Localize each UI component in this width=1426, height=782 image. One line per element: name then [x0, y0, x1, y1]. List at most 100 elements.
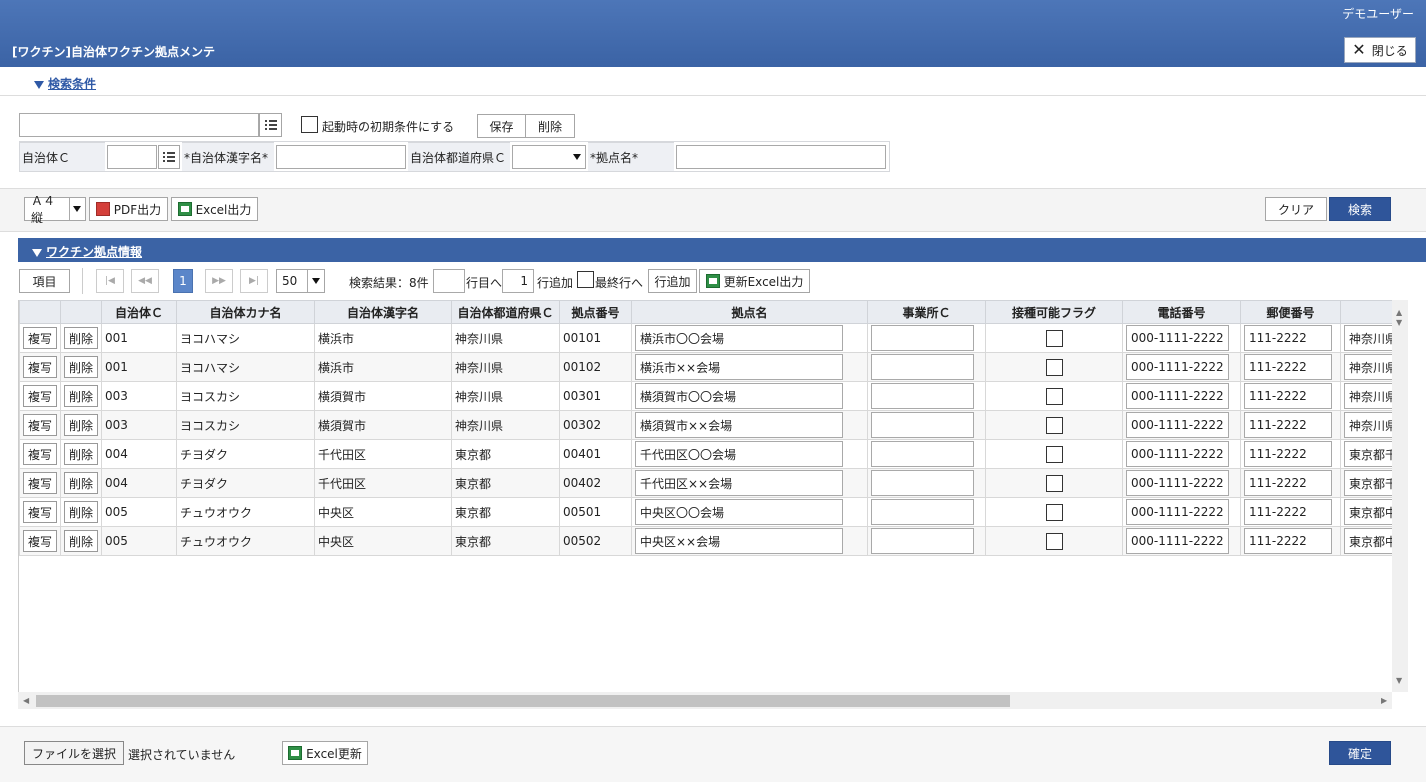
paper-size-select[interactable]: Ａ４縦 [24, 194, 86, 225]
vaccination-flag-checkbox[interactable] [1045, 416, 1063, 434]
postal-code-input[interactable]: 111-2222 [1244, 383, 1332, 409]
delete-condition-button[interactable]: 削除 [525, 114, 575, 138]
previous-page-icon[interactable]: ◀◀ [131, 269, 159, 293]
search-section-toggle[interactable]: 検索条件 [34, 75, 96, 92]
startup-condition-checkbox[interactable] [301, 116, 318, 133]
address-input[interactable]: 神奈川県 [1344, 354, 1392, 380]
delete-row-button[interactable]: 削除 [64, 385, 98, 407]
site-name-input[interactable]: 横浜市〇〇会場 [635, 325, 843, 351]
copy-row-button[interactable]: 複写 [23, 414, 57, 436]
phone-input[interactable]: 000-1111-2222 [1126, 470, 1229, 496]
phone-input[interactable]: 000-1111-2222 [1126, 325, 1229, 351]
phone-input[interactable]: 000-1111-2222 [1126, 354, 1229, 380]
address-input[interactable]: 東京都千 [1344, 470, 1392, 496]
delete-row-button[interactable]: 削除 [64, 327, 98, 349]
postal-code-input[interactable]: 111-2222 [1244, 528, 1332, 554]
copy-row-button[interactable]: 複写 [23, 327, 57, 349]
pdf-export-button[interactable]: PDF出力 [89, 197, 168, 221]
scroll-left-icon[interactable]: ◀ [23, 696, 29, 705]
columns-button[interactable]: 項目 [19, 269, 70, 293]
scroll-right-icon[interactable]: ▶ [1381, 696, 1387, 705]
add-row-button[interactable]: 行追加 [648, 269, 697, 293]
first-page-icon[interactable]: |◀ [96, 269, 124, 293]
saved-condition-list-button[interactable] [259, 113, 282, 137]
vaccination-flag-checkbox[interactable] [1045, 474, 1063, 492]
municipality-kanji-input[interactable] [276, 145, 406, 169]
delete-row-button[interactable]: 削除 [64, 530, 98, 552]
saved-condition-input[interactable] [19, 113, 259, 137]
site-name-input[interactable]: 横須賀市××会場 [635, 412, 843, 438]
confirm-button[interactable]: 確定 [1329, 741, 1391, 765]
office-code-input[interactable] [871, 354, 974, 380]
delete-row-button[interactable]: 削除 [64, 501, 98, 523]
delete-row-button[interactable]: 削除 [64, 443, 98, 465]
phone-input[interactable]: 000-1111-2222 [1126, 441, 1229, 467]
office-code-input[interactable] [871, 441, 974, 467]
office-code-input[interactable] [871, 412, 974, 438]
office-code-input[interactable] [871, 499, 974, 525]
phone-input[interactable]: 000-1111-2222 [1126, 412, 1229, 438]
excel-export-button[interactable]: Excel出力 [171, 197, 258, 221]
address-input[interactable]: 神奈川県 [1344, 383, 1392, 409]
site-name-input[interactable]: 横須賀市〇〇会場 [635, 383, 843, 409]
search-button[interactable]: 検索 [1329, 197, 1391, 221]
vaccination-flag-checkbox[interactable] [1045, 503, 1063, 521]
choose-file-button[interactable]: ファイルを選択 [24, 741, 124, 765]
add-row-count-input[interactable]: 1 [502, 269, 534, 293]
last-page-icon[interactable]: ▶| [240, 269, 268, 293]
office-code-input[interactable] [871, 325, 974, 351]
site-name-input[interactable]: 千代田区××会場 [635, 470, 843, 496]
vaccination-flag-checkbox[interactable] [1045, 329, 1063, 347]
postal-code-input[interactable]: 111-2222 [1244, 499, 1332, 525]
address-input[interactable]: 東京都中 [1344, 528, 1392, 554]
site-name-input[interactable]: 横浜市××会場 [635, 354, 843, 380]
office-code-input[interactable] [871, 383, 974, 409]
address-input[interactable]: 東京都中 [1344, 499, 1392, 525]
copy-row-button[interactable]: 複写 [23, 501, 57, 523]
clear-button[interactable]: クリア [1265, 197, 1327, 221]
site-name-input[interactable] [676, 145, 886, 169]
goto-row-input[interactable] [433, 269, 465, 293]
municipality-code-input[interactable] [107, 145, 157, 169]
delete-row-button[interactable]: 削除 [64, 472, 98, 494]
phone-input[interactable]: 000-1111-2222 [1126, 528, 1229, 554]
site-name-input[interactable]: 千代田区〇〇会場 [635, 441, 843, 467]
current-page-button[interactable]: 1 [173, 269, 193, 293]
delete-row-button[interactable]: 削除 [64, 414, 98, 436]
postal-code-input[interactable]: 111-2222 [1244, 441, 1332, 467]
copy-row-button[interactable]: 複写 [23, 443, 57, 465]
municipality-code-list-button[interactable] [158, 145, 180, 169]
office-code-input[interactable] [871, 528, 974, 554]
copy-row-button[interactable]: 複写 [23, 356, 57, 378]
results-section-header[interactable]: ワクチン拠点情報 [18, 238, 1426, 262]
vaccination-flag-checkbox[interactable] [1045, 387, 1063, 405]
phone-input[interactable]: 000-1111-2222 [1126, 499, 1229, 525]
next-page-icon[interactable]: ▶▶ [205, 269, 233, 293]
close-button[interactable]: ✕ 閉じる [1344, 37, 1416, 63]
horizontal-scroll-thumb[interactable] [36, 695, 1010, 707]
vaccination-flag-checkbox[interactable] [1045, 358, 1063, 376]
address-input[interactable]: 東京都千 [1344, 441, 1392, 467]
postal-code-input[interactable]: 111-2222 [1244, 412, 1332, 438]
last-row-checkbox[interactable] [577, 271, 594, 288]
vertical-scrollbar[interactable]: ▲ ▼ ▼ [1392, 300, 1408, 692]
save-condition-button[interactable]: 保存 [477, 114, 526, 138]
address-input[interactable]: 神奈川県 [1344, 325, 1392, 351]
postal-code-input[interactable]: 111-2222 [1244, 470, 1332, 496]
copy-row-button[interactable]: 複写 [23, 472, 57, 494]
address-input[interactable]: 神奈川県 [1344, 412, 1392, 438]
vaccination-flag-checkbox[interactable] [1045, 445, 1063, 463]
prefecture-code-select[interactable] [512, 145, 586, 169]
copy-row-button[interactable]: 複写 [23, 385, 57, 407]
excel-update-button[interactable]: Excel更新 [282, 741, 368, 765]
delete-row-button[interactable]: 削除 [64, 356, 98, 378]
vaccination-flag-checkbox[interactable] [1045, 532, 1063, 550]
postal-code-input[interactable]: 111-2222 [1244, 325, 1332, 351]
site-name-input[interactable]: 中央区××会場 [635, 528, 843, 554]
copy-row-button[interactable]: 複写 [23, 530, 57, 552]
scroll-up-icon[interactable]: ▲ [1396, 308, 1402, 317]
update-excel-export-button[interactable]: 更新Excel出力 [699, 269, 810, 293]
postal-code-input[interactable]: 111-2222 [1244, 354, 1332, 380]
phone-input[interactable]: 000-1111-2222 [1126, 383, 1229, 409]
scroll-down-icon[interactable]: ▼ [1396, 318, 1402, 327]
